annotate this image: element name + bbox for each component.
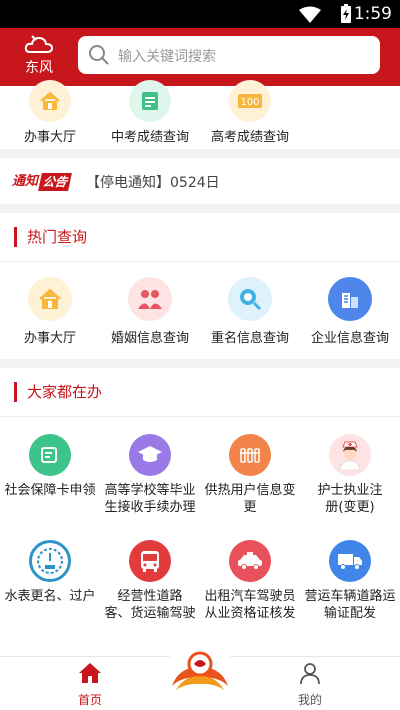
popular-services-section: 大家都在办 社会保障卡申领 高等学校等毕业 生接收手续办理 供热用户信息变 更 … bbox=[0, 368, 400, 656]
hot-item-label: 婚姻信息查询 bbox=[110, 331, 189, 346]
wifi-icon bbox=[298, 6, 322, 28]
city-label: 东风 bbox=[25, 60, 53, 76]
building-icon bbox=[328, 277, 372, 321]
hot-item-marriage[interactable]: 婚姻信息查询 bbox=[104, 277, 196, 346]
service-label-line2: 从业资格证核发 bbox=[204, 606, 296, 621]
service-label-line1: 社会保障卡申领 bbox=[4, 483, 96, 498]
score-100-icon: 100 bbox=[229, 80, 271, 122]
card-icon bbox=[29, 434, 71, 476]
hot-item-label: 重名信息查询 bbox=[210, 331, 289, 346]
emblem-logo-icon bbox=[172, 651, 228, 690]
search-placeholder: 输入关键词搜索 bbox=[118, 49, 216, 65]
service-label: 高考成绩查询 bbox=[210, 130, 289, 145]
top-services: 办事大厅 中考成绩查询 100 高考成绩查询 bbox=[0, 80, 400, 149]
search-icon bbox=[89, 45, 109, 65]
weather-cloud-icon bbox=[24, 35, 54, 53]
nurse-icon bbox=[329, 434, 371, 476]
bus-icon bbox=[129, 540, 171, 582]
tab-label: 首页 bbox=[77, 693, 102, 707]
city-selector[interactable]: 东风 bbox=[14, 34, 64, 77]
meter-icon bbox=[29, 540, 71, 582]
name-search-icon bbox=[228, 277, 272, 321]
hot-item-label: 办事大厅 bbox=[23, 331, 76, 346]
service-label-line1: 经营性道路 bbox=[117, 589, 183, 604]
service-nurse-registration[interactable]: 护士执业注 册(变更) bbox=[300, 434, 400, 516]
service-taxi-driver-license[interactable]: 出租汽车驾驶员 从业资格证核发 bbox=[200, 540, 300, 622]
service-graduate-registration[interactable]: 高等学校等毕业 生接收手续办理 bbox=[100, 434, 200, 516]
couple-icon bbox=[128, 277, 172, 321]
service-label-line1: 水表更名、过户 bbox=[4, 589, 96, 604]
service-label: 办事大厅 bbox=[23, 130, 76, 145]
notice-text[interactable]: 【停电通知】0524日 bbox=[86, 172, 220, 192]
notice-badge-text: 通知 bbox=[12, 174, 39, 189]
section-title: 大家都在办 bbox=[14, 382, 102, 402]
search-input[interactable]: 输入关键词搜索 bbox=[78, 36, 380, 74]
service-label-line1: 供热用户信息变 bbox=[204, 483, 296, 498]
home-icon bbox=[28, 277, 72, 321]
tab-me[interactable]: 我的 bbox=[280, 661, 340, 708]
battery-icon bbox=[340, 4, 352, 28]
service-hall[interactable]: 办事大厅 bbox=[14, 80, 86, 145]
announcement-badge-text: 公告 bbox=[38, 173, 72, 191]
header-bar: 东风 输入关键词搜索 bbox=[0, 28, 400, 86]
service-label: 中考成绩查询 bbox=[110, 130, 189, 145]
hot-item-name-check[interactable]: 重名信息查询 bbox=[204, 277, 296, 346]
notice-bar[interactable]: 通知 公告 【停电通知】0524日 bbox=[0, 158, 400, 204]
service-social-security-card[interactable]: 社会保障卡申领 bbox=[0, 434, 100, 499]
service-label-line2: 输证配发 bbox=[323, 606, 376, 621]
service-label-line2: 更 bbox=[243, 500, 257, 515]
service-zhongkao[interactable]: 中考成绩查询 bbox=[102, 80, 198, 145]
divider bbox=[0, 261, 400, 262]
taxi-icon bbox=[229, 540, 271, 582]
service-gaokao[interactable]: 100 高考成绩查询 bbox=[202, 80, 298, 145]
service-heating-user-change[interactable]: 供热用户信息变 更 bbox=[200, 434, 300, 516]
status-time: 1:59 bbox=[353, 4, 392, 24]
service-label-line1: 营运车辆道路运 bbox=[304, 589, 396, 604]
truck-icon bbox=[329, 540, 371, 582]
service-label-line2: 客、货运输驾驶 bbox=[104, 606, 196, 621]
service-label-line1: 护士执业注 bbox=[317, 483, 383, 498]
service-label-line2: 生接收手续办理 bbox=[104, 500, 196, 515]
notice-badge: 通知 公告 bbox=[12, 173, 72, 191]
service-label-line2: 册(变更) bbox=[325, 500, 375, 515]
hot-item-hall[interactable]: 办事大厅 bbox=[12, 277, 88, 346]
score-doc-icon bbox=[129, 80, 171, 122]
hot-queries-section: 热门查询 办事大厅 婚姻信息查询 重名信息查询 企业信息查询 bbox=[0, 213, 400, 359]
graduation-cap-icon bbox=[129, 434, 171, 476]
divider bbox=[0, 416, 400, 417]
tab-label: 我的 bbox=[297, 693, 322, 707]
hot-item-label: 企业信息查询 bbox=[310, 331, 389, 346]
home-icon bbox=[79, 663, 101, 683]
section-title: 热门查询 bbox=[14, 227, 87, 247]
svg-text:100: 100 bbox=[240, 97, 259, 108]
service-water-meter-transfer[interactable]: 水表更名、过户 bbox=[0, 540, 100, 605]
tab-home[interactable]: 首页 bbox=[60, 661, 120, 708]
service-label-line1: 出租汽车驾驶员 bbox=[204, 589, 296, 604]
status-bar: 1:59 bbox=[0, 0, 400, 28]
home-icon bbox=[29, 80, 71, 122]
service-vehicle-transport-permit[interactable]: 营运车辆道路运 输证配发 bbox=[300, 540, 400, 622]
radiator-icon bbox=[229, 434, 271, 476]
service-label-line1: 高等学校等毕业 bbox=[104, 483, 196, 498]
user-icon bbox=[300, 663, 320, 685]
service-road-transport-driver[interactable]: 经营性道路 客、货运输驾驶 bbox=[100, 540, 200, 622]
center-logo-button[interactable] bbox=[166, 638, 234, 698]
hot-item-enterprise[interactable]: 企业信息查询 bbox=[304, 277, 396, 346]
